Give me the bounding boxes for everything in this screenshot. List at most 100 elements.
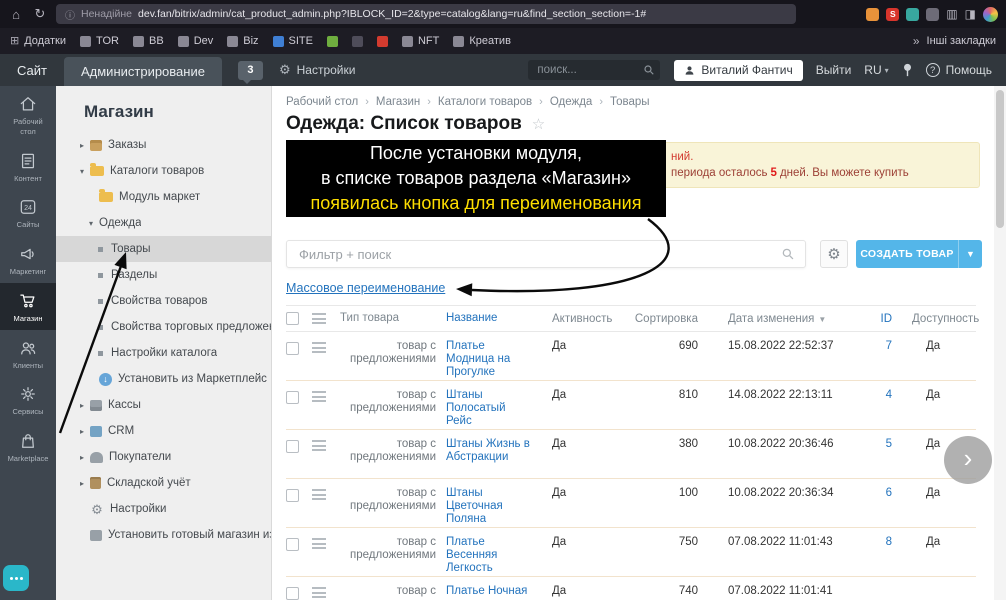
tab-site[interactable]: Сайт bbox=[0, 54, 64, 86]
product-id-link[interactable]: 7 bbox=[858, 332, 892, 380]
product-name-link[interactable]: Штаны Цветочная Поляна bbox=[436, 479, 544, 527]
browser-profile-avatar[interactable] bbox=[983, 7, 998, 22]
product-name-link[interactable]: Платье Ночная bbox=[436, 577, 544, 600]
column-header-active[interactable]: Активность bbox=[544, 313, 614, 325]
sidebar-item-11[interactable]: ▸CRM bbox=[56, 418, 271, 444]
row-checkbox[interactable] bbox=[286, 391, 299, 404]
next-page-button[interactable]: › bbox=[944, 436, 992, 484]
sidebar-item-6[interactable]: Свойства товаров bbox=[56, 288, 271, 314]
nav-item-cart[interactable]: Магазин bbox=[0, 283, 56, 330]
row-checkbox[interactable] bbox=[286, 342, 299, 355]
sidebar-item-13[interactable]: ▸Складской учёт bbox=[56, 470, 271, 496]
column-header-name[interactable]: Название bbox=[436, 312, 544, 325]
product-name-link[interactable]: Платье Модница на Прогулке bbox=[436, 332, 544, 380]
logout-link[interactable]: Выйти bbox=[816, 63, 852, 77]
settings-menu[interactable]: ⚙ Настройки bbox=[279, 62, 356, 78]
product-id-link[interactable] bbox=[858, 577, 892, 600]
sidebar-item-3[interactable]: ▾Одежда bbox=[56, 210, 271, 236]
bookmark-item[interactable]: Biz bbox=[227, 35, 258, 47]
sidebar-item-1[interactable]: ▾Каталоги товаров bbox=[56, 158, 271, 184]
chat-widget-button[interactable] bbox=[3, 565, 29, 591]
scrollbar-thumb[interactable] bbox=[996, 90, 1004, 228]
chevron-down-icon[interactable]: ▼ bbox=[958, 240, 982, 268]
product-id-link[interactable]: 4 bbox=[858, 381, 892, 429]
pin-icon[interactable] bbox=[902, 63, 913, 77]
product-name-link[interactable]: Штаны Жизнь в Абстракции bbox=[436, 430, 544, 478]
sidebar-item-7[interactable]: Свойства торговых предложений bbox=[56, 314, 271, 340]
drag-handle-icon[interactable] bbox=[312, 391, 326, 402]
extension-icon[interactable] bbox=[906, 8, 919, 21]
column-header-sort[interactable]: Сортировка bbox=[614, 313, 698, 325]
bookmark-item[interactable] bbox=[352, 36, 363, 47]
breadcrumb-item[interactable]: Товары bbox=[610, 96, 650, 108]
column-header-modified[interactable]: Дата изменения▼ bbox=[698, 313, 858, 325]
sidebar-item-4[interactable]: Товары bbox=[56, 236, 271, 262]
breadcrumb-item[interactable]: Каталоги товаров bbox=[438, 96, 532, 108]
sidebar-item-10[interactable]: ▸Кассы bbox=[56, 392, 271, 418]
sidebar-item-12[interactable]: ▸Покупатели bbox=[56, 444, 271, 470]
drag-handle-icon[interactable] bbox=[312, 587, 326, 598]
sidebar-item-15[interactable]: Установить готовый магазин из Маркетп bbox=[56, 522, 271, 548]
sidebar-item-8[interactable]: Настройки каталога bbox=[56, 340, 271, 366]
product-name-link[interactable]: Платье Весенняя Легкость bbox=[436, 528, 544, 576]
bookmark-item[interactable]: Креатив bbox=[453, 35, 511, 47]
row-checkbox[interactable] bbox=[286, 440, 299, 453]
drag-handle-icon[interactable] bbox=[312, 489, 326, 500]
other-bookmarks[interactable]: » Інші закладки bbox=[913, 34, 996, 48]
bookmark-item[interactable]: ⊞Додатки bbox=[10, 35, 66, 47]
column-header-available[interactable]: Доступность bbox=[892, 313, 976, 325]
puzzle-icon[interactable] bbox=[926, 8, 939, 21]
nav-item-services[interactable]: Сервисы bbox=[0, 376, 56, 423]
sidebar-item-5[interactable]: Разделы bbox=[56, 262, 271, 288]
breadcrumb-item[interactable]: Одежда bbox=[550, 96, 592, 108]
bookmark-item[interactable]: TOR bbox=[80, 35, 119, 47]
nav-item-marketplace[interactable]: Marketplace bbox=[0, 423, 56, 470]
mass-rename-link[interactable]: Массовое переименование bbox=[286, 281, 445, 295]
header-search-input[interactable] bbox=[528, 60, 660, 80]
filter-search-input[interactable] bbox=[286, 240, 806, 268]
tab-admin[interactable]: Администрирование bbox=[64, 57, 222, 86]
grid-settings-button[interactable]: ⚙ bbox=[820, 240, 848, 268]
sidebar-toggle-icon[interactable]: ◨ bbox=[965, 7, 976, 21]
select-all-checkbox[interactable] bbox=[286, 312, 299, 325]
user-menu[interactable]: Виталий Фантич bbox=[674, 60, 802, 81]
drag-handle-icon[interactable] bbox=[312, 538, 326, 549]
bookmark-item[interactable]: BB bbox=[133, 35, 164, 47]
column-header-type[interactable]: Тип товара bbox=[340, 312, 436, 325]
extension-icon[interactable]: S bbox=[886, 8, 899, 21]
bookmark-item[interactable]: NFT bbox=[402, 35, 439, 47]
sidebar-item-9[interactable]: ↓Установить из Маркетплейс bbox=[56, 366, 271, 392]
nav-item-marketing[interactable]: Маркетинг bbox=[0, 236, 56, 283]
product-name-link[interactable]: Штаны Полосатый Рейс bbox=[436, 381, 544, 429]
product-id-link[interactable]: 6 bbox=[858, 479, 892, 527]
row-checkbox[interactable] bbox=[286, 538, 299, 551]
bookmark-item[interactable]: Dev bbox=[178, 35, 214, 47]
drag-handle-icon[interactable] bbox=[312, 342, 326, 353]
nav-item-sites[interactable]: 24Сайты bbox=[0, 189, 56, 236]
notifications-badge[interactable]: 3 bbox=[238, 61, 263, 80]
sidebar-item-2[interactable]: Модуль маркет bbox=[56, 184, 271, 210]
breadcrumb-item[interactable]: Магазин bbox=[376, 96, 420, 108]
nav-item-content[interactable]: Контент bbox=[0, 143, 56, 190]
home-icon[interactable]: ⌂ bbox=[8, 7, 24, 22]
language-selector[interactable]: RU ▾ bbox=[864, 63, 888, 77]
row-checkbox[interactable] bbox=[286, 489, 299, 502]
nav-item-clients[interactable]: Клиенты bbox=[0, 330, 56, 377]
bookmark-item[interactable] bbox=[377, 36, 388, 47]
breadcrumb-item[interactable]: Рабочий стол bbox=[286, 96, 358, 108]
product-id-link[interactable]: 5 bbox=[858, 430, 892, 478]
product-id-link[interactable]: 8 bbox=[858, 528, 892, 576]
extension-icon[interactable] bbox=[866, 8, 879, 21]
row-checkbox[interactable] bbox=[286, 587, 299, 600]
create-product-button[interactable]: СОЗДАТЬ ТОВАР ▼ bbox=[856, 240, 982, 268]
bookmark-item[interactable]: SITE bbox=[273, 35, 313, 47]
sidebar-item-14[interactable]: ⚙Настройки bbox=[56, 496, 271, 522]
bookmark-item[interactable] bbox=[327, 36, 338, 47]
sidebar-item-0[interactable]: ▸Заказы bbox=[56, 132, 271, 158]
drag-handle-icon[interactable] bbox=[312, 440, 326, 451]
column-header-id[interactable]: ID bbox=[858, 313, 892, 325]
help-menu[interactable]: ? Помощь bbox=[926, 63, 992, 77]
library-icon[interactable]: ▥ bbox=[946, 7, 957, 21]
reload-icon[interactable]: ↻ bbox=[32, 6, 48, 22]
nav-item-home[interactable]: Рабочий стол bbox=[0, 86, 56, 143]
